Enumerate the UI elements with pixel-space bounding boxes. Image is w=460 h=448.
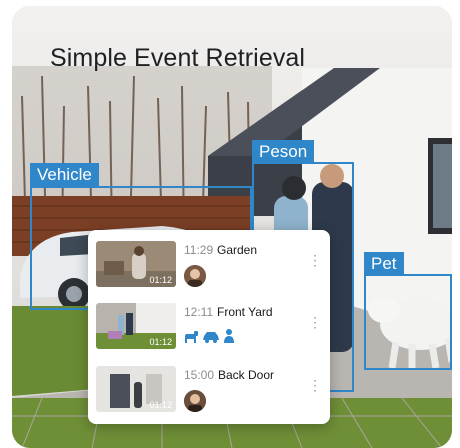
event-time: 12:11 [184, 305, 214, 319]
face-icon [184, 390, 206, 412]
event-thumbnail[interactable]: 01:12 [96, 303, 176, 349]
pet-icon [185, 331, 198, 343]
event-duration: 01:12 [149, 275, 172, 285]
more-options-icon[interactable]: ⋮ [308, 253, 322, 267]
person-detection-label: Peson [252, 140, 315, 164]
event-item-back-door[interactable]: 01:12 15:00 Back Door ⋮ [96, 366, 324, 412]
event-item-garden[interactable]: 01:12 11:29 Garden ⋮ [96, 241, 324, 287]
event-list-panel: 01:12 11:29 Garden ⋮ 01:12 12:11 Front Y… [88, 230, 330, 424]
pet-detection-box [364, 274, 452, 370]
event-location: Back Door [218, 368, 275, 382]
vehicle-detection-label: Vehicle [30, 163, 99, 187]
event-thumbnail[interactable]: 01:12 [96, 366, 176, 412]
event-thumbnail[interactable]: 01:12 [96, 241, 176, 287]
page-title: Simple Event Retrieval [50, 44, 306, 72]
event-duration: 01:12 [149, 337, 172, 347]
event-location: Front Yard [217, 305, 273, 319]
vehicle-icon [203, 332, 219, 343]
more-options-icon[interactable]: ⋮ [308, 378, 322, 392]
more-options-icon[interactable]: ⋮ [308, 315, 322, 329]
event-duration: 01:12 [149, 400, 172, 410]
face-icon [184, 265, 206, 287]
event-time: 11:29 [184, 243, 214, 257]
event-location: Garden [217, 243, 258, 257]
pet-detection-label: Pet [364, 252, 404, 276]
event-tag-icons [185, 329, 234, 343]
person-icon [224, 329, 234, 343]
event-item-front-yard[interactable]: 01:12 12:11 Front Yard ⋮ [96, 303, 324, 349]
event-time: 15:00 [184, 368, 215, 382]
